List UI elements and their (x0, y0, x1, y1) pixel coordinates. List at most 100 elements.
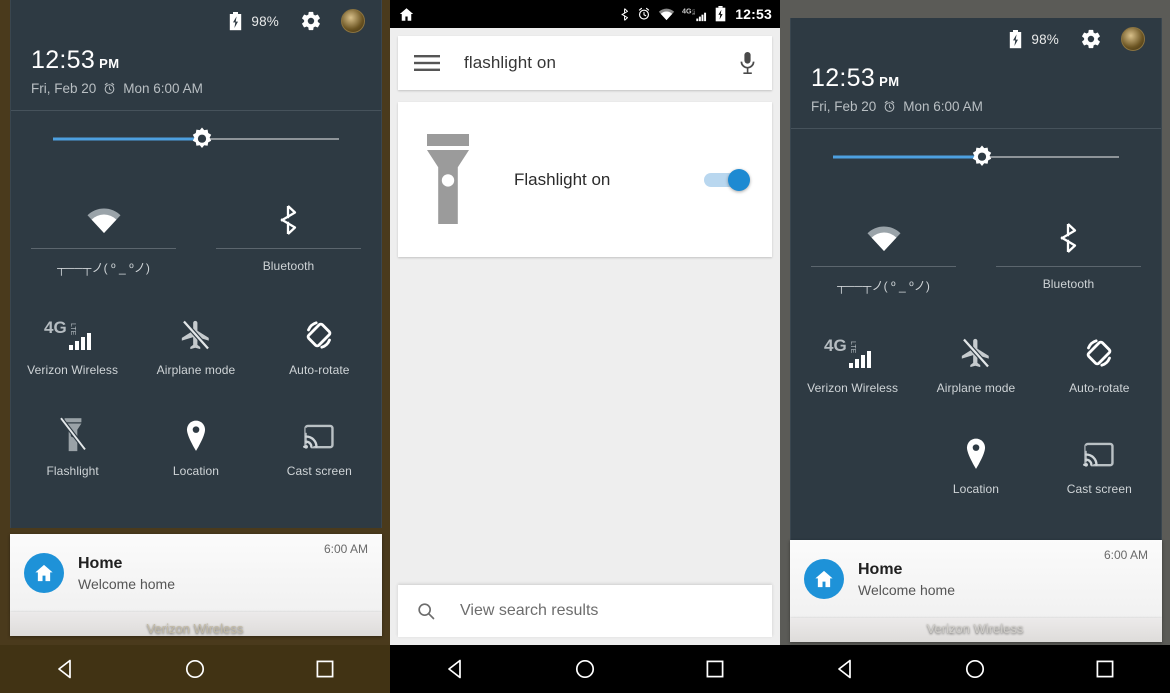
flashlight-off-icon (58, 411, 88, 453)
navigation-bar (780, 645, 1170, 693)
back-icon[interactable] (833, 657, 857, 681)
notification-text: Home Welcome home (78, 555, 324, 592)
tile-location[interactable]: Location (134, 403, 257, 478)
notification-time: 6:00 AM (1103, 548, 1148, 562)
panel-left-quick-settings: 98% 12:53 PM Fri, Feb 20 Mon 6:00 AM ┬──… (0, 0, 390, 693)
navigation-bar (0, 645, 390, 693)
avatar[interactable] (341, 9, 365, 33)
tile-bluetooth[interactable]: Bluetooth (196, 179, 381, 276)
notification-card[interactable]: Home Welcome home 6:00 AM (790, 540, 1162, 618)
tile-auto-rotate[interactable]: Auto-rotate (1038, 320, 1161, 395)
search-bar[interactable]: flashlight on (398, 36, 772, 90)
location-icon (963, 429, 989, 471)
tile-airplane-mode[interactable]: Airplane mode (134, 302, 257, 377)
gear-icon[interactable] (1080, 28, 1102, 50)
clock-date-row: Fri, Feb 20 Mon 6:00 AM (31, 81, 381, 96)
home-icon (399, 7, 414, 21)
back-icon[interactable] (443, 657, 467, 681)
recents-square-icon[interactable] (1093, 657, 1117, 681)
hamburger-icon[interactable] (414, 53, 440, 73)
microphone-icon[interactable] (739, 51, 756, 75)
bluetooth-icon (276, 193, 302, 235)
brightness-thumb[interactable] (189, 126, 215, 152)
notification-subtitle: Welcome home (78, 575, 176, 592)
notification-subtitle: Welcome home (858, 581, 956, 598)
signal-4glte-icon: 4G LTE (44, 310, 102, 352)
tile-bluetooth[interactable]: Bluetooth (976, 197, 1161, 294)
tile-row-1: 4G LTE Verizon Wireless Airplane mode Au… (11, 302, 381, 377)
home-icon (804, 559, 844, 599)
tile-location[interactable]: Location (914, 421, 1037, 496)
airplane-off-icon (179, 310, 213, 352)
search-input[interactable]: flashlight on (464, 53, 739, 73)
view-search-results-label: View search results (460, 602, 599, 619)
tile-label-autorotate: Auto-rotate (289, 363, 350, 377)
tile-verizon-wireless[interactable]: 4G LTE Verizon Wireless (11, 302, 134, 377)
shade-clock-block: 12:53 PM Fri, Feb 20 Mon 6:00 AM (11, 42, 381, 97)
brightness-fill (53, 137, 202, 141)
carrier-label: Verizon Wireless (146, 621, 244, 636)
tile-label-airplane: Airplane mode (936, 381, 1016, 395)
tile-wifi[interactable]: ┬──┬ノ( º _ ºノ) (791, 197, 976, 294)
tile-auto-rotate[interactable]: Auto-rotate (258, 302, 381, 377)
home-icon (24, 553, 64, 593)
toggle-knob[interactable] (728, 168, 750, 191)
tile-empty-slot (791, 421, 914, 496)
avatar[interactable] (1121, 27, 1145, 51)
panel-right-quick-settings: 98% 12:53 PM Fri, Feb 20 Mon 6:00 AM ┬──… (780, 0, 1170, 693)
tile-cast-screen[interactable]: Cast screen (258, 403, 381, 478)
tile-label-bluetooth: Bluetooth (262, 259, 315, 273)
shade-clock-block: 12:53 PM Fri, Feb 20 Mon 6:00 AM (791, 60, 1161, 115)
clock-date: Fri, Feb 20 (31, 81, 97, 96)
recents-square-icon[interactable] (703, 657, 727, 681)
battery-percent-label: 98% (251, 13, 279, 29)
quick-settings-shade: 98% 12:53 PM Fri, Feb 20 Mon 6:00 AM ┬──… (790, 18, 1162, 546)
tile-label-flashlight: Flashlight (46, 464, 99, 478)
tile-underline (811, 266, 956, 267)
flashlight-result-label: Flashlight on (514, 169, 611, 189)
brightness-slider[interactable] (833, 129, 1119, 185)
flashlight-toggle[interactable] (704, 168, 750, 191)
home-circle-icon[interactable] (183, 657, 207, 681)
home-circle-icon[interactable] (963, 657, 987, 681)
gear-icon[interactable] (300, 10, 322, 32)
tile-wifi[interactable]: ┬──┬ノ( º _ ºノ) (11, 179, 196, 276)
search-icon (418, 603, 435, 620)
brightness-fill (833, 155, 982, 159)
tile-label-airplane: Airplane mode (156, 363, 236, 377)
clock-time-value: 12:53 (811, 64, 876, 92)
clock-date: Fri, Feb 20 (811, 99, 877, 114)
wifi-icon (86, 193, 122, 235)
back-icon[interactable] (53, 657, 77, 681)
status-bar-clock: 12:53 (735, 6, 772, 22)
notification-card[interactable]: Home Welcome home 6:00 AM (10, 534, 382, 612)
recents-square-icon[interactable] (313, 657, 337, 681)
status-bar-left (398, 6, 620, 23)
svg-text:4G: 4G (682, 7, 692, 15)
home-circle-icon[interactable] (573, 657, 597, 681)
tile-label-location: Location (172, 464, 220, 478)
notification-time: 6:00 AM (323, 542, 368, 556)
three-panel-comparison: 98% 12:53 PM Fri, Feb 20 Mon 6:00 AM ┬──… (0, 0, 1170, 693)
cast-screen-icon (1082, 429, 1116, 471)
tile-airplane-mode[interactable]: Airplane mode (914, 320, 1037, 395)
tile-verizon-wireless[interactable]: 4G LTE Verizon Wireless (791, 320, 914, 395)
alarm-icon (639, 7, 650, 20)
flashlight-result-card[interactable]: Flashlight on (398, 102, 772, 257)
shade-status-line: 98% (791, 18, 1161, 60)
flashlight-icon (427, 133, 469, 224)
cast-screen-icon (302, 411, 336, 453)
tile-cast-screen[interactable]: Cast screen (1038, 421, 1161, 496)
airplane-off-icon (959, 328, 993, 370)
clock-alarm: Mon 6:00 AM (123, 81, 203, 96)
tile-flashlight[interactable]: Flashlight (11, 403, 134, 478)
tile-label-bluetooth: Bluetooth (1042, 277, 1095, 291)
brightness-thumb[interactable] (969, 144, 995, 170)
tile-row-2: Location Cast screen (791, 421, 1161, 496)
navigation-bar (390, 645, 780, 693)
brightness-slider[interactable] (53, 111, 339, 167)
view-search-results-bar[interactable]: View search results (398, 585, 772, 637)
svg-text:LTE: LTE (849, 341, 856, 354)
tile-label-location: Location (952, 482, 1000, 496)
tile-label-verizon: Verizon Wireless (27, 363, 119, 377)
